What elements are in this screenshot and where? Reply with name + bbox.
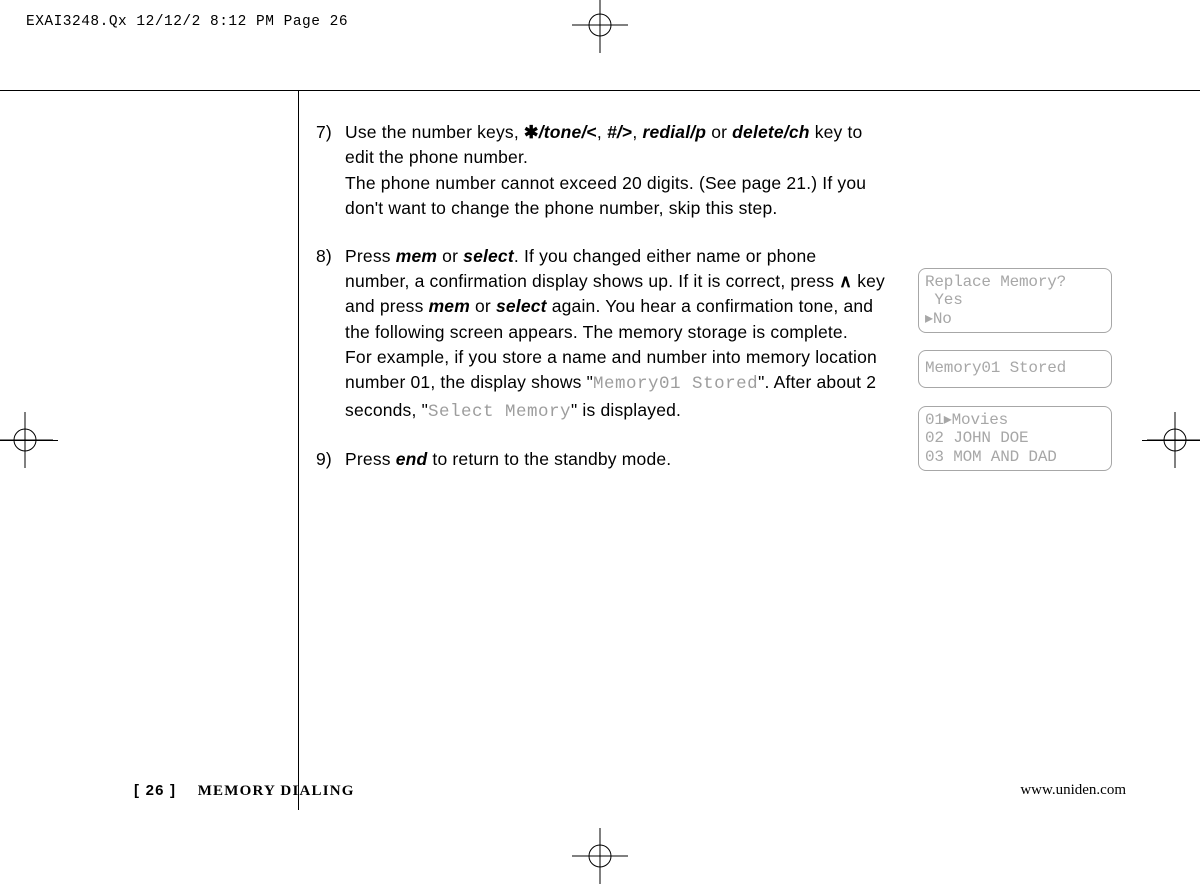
running-head: EXAI3248.Qx 12/12/2 8:12 PM Page 26 — [26, 14, 348, 30]
greater-than-icon: > — [622, 122, 632, 142]
key-label: select — [496, 296, 547, 316]
text: Press — [345, 449, 396, 469]
step-8: 8) Press mem or select. If you changed e… — [316, 244, 896, 426]
text: , — [597, 122, 607, 142]
lcd-inline-text: Memory01 Stored — [593, 374, 758, 394]
step-number: 7) — [316, 120, 340, 145]
lcd-replace-memory: Replace Memory? Yes ▸No — [918, 268, 1112, 333]
less-than-icon: < — [587, 122, 597, 142]
key-label: #/ — [607, 122, 622, 142]
text: or — [437, 246, 463, 266]
content-column: 7) Use the number keys, ✱/tone/<, #/>, r… — [316, 120, 896, 495]
footer-url: www.uniden.com — [1020, 782, 1126, 799]
key-label: mem — [396, 246, 437, 266]
up-arrow-icon: ∧ — [839, 271, 852, 291]
text: , — [632, 122, 642, 142]
text: Press — [345, 246, 396, 266]
step-9: 9) Press end to return to the standby mo… — [316, 447, 896, 472]
step-body: Press end to return to the standby mode. — [345, 447, 885, 472]
registration-mark-top — [600, 25, 601, 26]
footer: [ 26 ] MEMORY DIALING www.uniden.com — [134, 782, 1126, 806]
star-icon: ✱ — [524, 122, 539, 142]
footer-left: [ 26 ] MEMORY DIALING — [134, 782, 355, 800]
text: " is displayed. — [571, 400, 681, 420]
reg-hairline-right — [1142, 440, 1200, 441]
step-number: 9) — [316, 447, 340, 472]
registration-mark-bottom — [600, 856, 601, 857]
top-rule — [0, 90, 1200, 91]
lcd-memory-list: 01▸Movies 02 JOHN DOE 03 MOM AND DAD — [918, 406, 1112, 471]
lcd-inline-text: Select Memory — [428, 402, 571, 422]
key-label: /tone/ — [539, 122, 587, 142]
column-rule — [298, 90, 299, 810]
key-label: select — [463, 246, 514, 266]
reg-hairline-left — [0, 440, 58, 441]
key-label: redial/p — [642, 122, 706, 142]
text: or — [706, 122, 732, 142]
lcd-memory-stored: Memory01 Stored — [918, 350, 1112, 388]
key-label: mem — [429, 296, 470, 316]
text: The phone number cannot exceed 20 digits… — [345, 173, 866, 218]
step-body: Use the number keys, ✱/tone/<, #/>, redi… — [345, 120, 885, 222]
text: to return to the standby mode. — [427, 449, 671, 469]
key-label: end — [396, 449, 428, 469]
step-number: 8) — [316, 244, 340, 269]
page-number: [ 26 ] — [134, 782, 176, 799]
key-label: delete/ch — [732, 122, 809, 142]
step-body: Press mem or select. If you changed eith… — [345, 244, 885, 426]
text: Use the number keys, — [345, 122, 524, 142]
text: or — [470, 296, 496, 316]
section-title: MEMORY DIALING — [198, 783, 355, 799]
step-7: 7) Use the number keys, ✱/tone/<, #/>, r… — [316, 120, 896, 222]
